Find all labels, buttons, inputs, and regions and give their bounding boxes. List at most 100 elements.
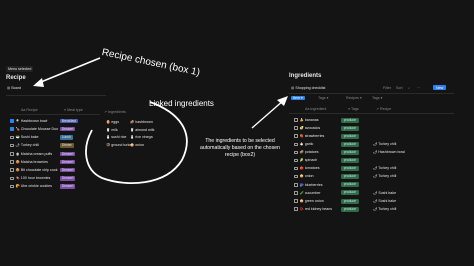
table-row[interactable]: 🍓 strawberries produce [294,132,359,140]
chevron-down-icon: ▾ [359,96,362,100]
filter-chip-item[interactable]: Item ▾ [291,96,305,101]
ingredient-name[interactable]: onion [305,174,341,178]
ingredient-name[interactable]: bananas [305,118,341,122]
ingredient-name[interactable]: red kidney beans [305,207,341,211]
linked-ingredient[interactable]: 🧅 onion [130,143,144,147]
ingredient-name[interactable]: potatoes [305,150,341,154]
table-row[interactable]: 🍪 Matcha brownies Dessert [10,158,76,166]
ingredient-icon: 🍌 [299,117,304,122]
row-checkbox[interactable] [294,158,298,163]
linked-ingredient[interactable]: 🧂 sushi rice [106,135,126,139]
recipe-link-label: Sushi bake [378,190,397,195]
recipe-link[interactable]: 🌶 Hashbrown bowl [373,150,405,154]
column-header-label: Meal type [67,108,83,112]
ingredient-name[interactable]: blueberries [305,183,341,187]
table-row[interactable]: 🥐 Ube crinkle cookies Dessert [10,183,76,191]
table-row[interactable]: 🍌 bananas produce [294,116,359,124]
recipe-name[interactable]: Bit chocolate chip cook [21,168,60,172]
row-checkbox[interactable] [294,126,298,130]
row-checkbox[interactable] [10,119,14,123]
column-header-ingredient[interactable]: Aa Ingredient [305,107,326,111]
table-row[interactable]: 🧅 onion produce 🌶 Turkey chili [294,173,396,181]
new-button[interactable]: New [433,85,447,91]
sort-button[interactable]: Sort [396,86,403,90]
linked-ingredient[interactable]: 🧂 rice vinega [130,135,153,139]
ingredient-name[interactable]: avocados [305,126,341,130]
ingredient-name[interactable]: cucumber [305,191,341,195]
recipe-name[interactable]: Turkey chili [21,143,60,147]
table-row[interactable]: 🌶 Turkey chili Dinner [10,142,74,150]
view-tab-board[interactable]: ▦ Board [7,86,21,90]
table-row[interactable]: 🍗 Chocolate Mousse Duo Dessert [10,125,76,133]
column-header-recipe[interactable]: Aa Recipe [21,108,38,112]
filter-chip-tags-2[interactable]: Tags ▾ [372,96,382,100]
row-checkbox[interactable] [294,118,298,122]
recipe-name[interactable]: Matcha brownies [21,160,60,164]
table-row[interactable]: 🥒 cucumber produce 🌶 Sushi bake [294,189,396,197]
recipe-link[interactable]: 🌶 Turkey chili [373,166,396,170]
recipe-name[interactable]: Matcha cream puffs [21,152,60,156]
row-checkbox[interactable] [294,207,298,211]
table-row[interactable]: 🫘 red kidney beans produce 🌶 Turkey chili [294,205,396,213]
table-row[interactable]: 🍳 Hashbrown bowl Breakfast [10,117,79,125]
row-checkbox[interactable] [10,143,14,148]
more-options-icon[interactable]: ⋯ [417,86,421,90]
column-header-recipe[interactable]: ↗ Recipe [376,107,391,111]
linked-ingredient[interactable]: 🥔 hashbrown [130,120,153,124]
table-row[interactable]: 🧄 garlic produce 🌶 Turkey chili [294,140,396,148]
chevron-down-icon: ▾ [301,96,303,100]
filter-chip-recipes[interactable]: Recipes ▾ [346,96,362,100]
view-tab-shopping-checklist[interactable]: ▦ Shopping checklist [291,86,325,90]
linked-ingredient[interactable]: 🥛 almond milk [130,128,154,132]
row-checkbox[interactable] [294,150,298,155]
row-checkbox[interactable] [294,183,298,187]
column-header-tags[interactable]: ≡ Tags [348,107,359,111]
row-checkbox[interactable] [10,152,14,156]
table-row[interactable]: 🍅 tomatoes produce 🌶 Turkey chili [294,165,396,173]
linked-ingredient[interactable]: 🥛 milk [106,128,118,132]
row-checkbox[interactable] [294,199,298,203]
row-checkbox[interactable] [10,168,14,172]
recipe-name[interactable]: Ube crinkle cookies [21,184,60,188]
row-checkbox[interactable] [10,184,14,189]
filter-button[interactable]: Filter [383,86,391,90]
table-row[interactable]: 🥬 spinach produce [294,157,359,165]
filter-chip-tags[interactable]: Tags ▾ [318,96,328,100]
recipe-link[interactable]: 🌶 Sushi bake [373,191,396,195]
table-row[interactable]: 🍵 Matcha cream puffs Dessert [10,150,76,158]
recipe-name[interactable]: Hashbrown bowl [21,119,60,123]
recipe-link[interactable]: 🌶 Sushi bake [373,199,396,203]
recipe-link[interactable]: 🌶 Turkey chili [373,207,396,211]
row-checkbox[interactable] [10,176,14,181]
row-checkbox[interactable] [294,191,298,195]
ingredient-name[interactable]: strawberries [305,134,341,138]
column-header-meal-type[interactable]: ≡ Meal type [64,108,83,112]
row-checkbox[interactable] [294,142,298,147]
recipe-link[interactable]: 🌶 Turkey chili [373,142,396,146]
row-checkbox[interactable] [10,135,14,140]
recipe-name[interactable]: Sushi bake [21,135,60,139]
row-checkbox[interactable] [294,166,298,171]
table-row[interactable]: 🥔 potatoes produce 🌶 Hashbrown bowl [294,148,405,156]
row-checkbox[interactable] [10,127,14,131]
linked-ingredient[interactable]: 🥚 eggs [106,120,119,124]
ingredient-name[interactable]: spinach [305,158,341,162]
table-row[interactable]: 🍫 100 hour brownies Dessert [10,174,76,182]
row-checkbox[interactable] [10,160,14,164]
recipe-name[interactable]: Chocolate Mousse Duo [21,127,60,131]
row-checkbox[interactable] [294,174,298,179]
table-row[interactable]: 🥗 Sushi bake Lunch [10,133,73,141]
ingredient-name[interactable]: green onion [305,199,341,203]
search-icon[interactable]: ⌕ [408,86,410,90]
recipe-link[interactable]: 🌶 Turkey chili [373,174,396,178]
ingredient-name[interactable]: garlic [305,142,341,146]
table-row[interactable]: 🍪 Bit chocolate chip cook Dessert [10,166,76,174]
table-row[interactable]: 🫐 blueberries produce [294,181,359,189]
table-row[interactable]: 🧅 green onion produce 🌶 Sushi bake [294,197,396,205]
ingredient-icon: 🧂 [106,135,111,139]
arrow-recipe-chosen-head [33,78,44,87]
recipe-name[interactable]: 100 hour brownies [21,176,60,180]
table-row[interactable]: 🥑 avocados produce [294,124,359,132]
ingredient-name[interactable]: tomatoes [305,166,341,170]
row-checkbox[interactable] [294,134,298,138]
